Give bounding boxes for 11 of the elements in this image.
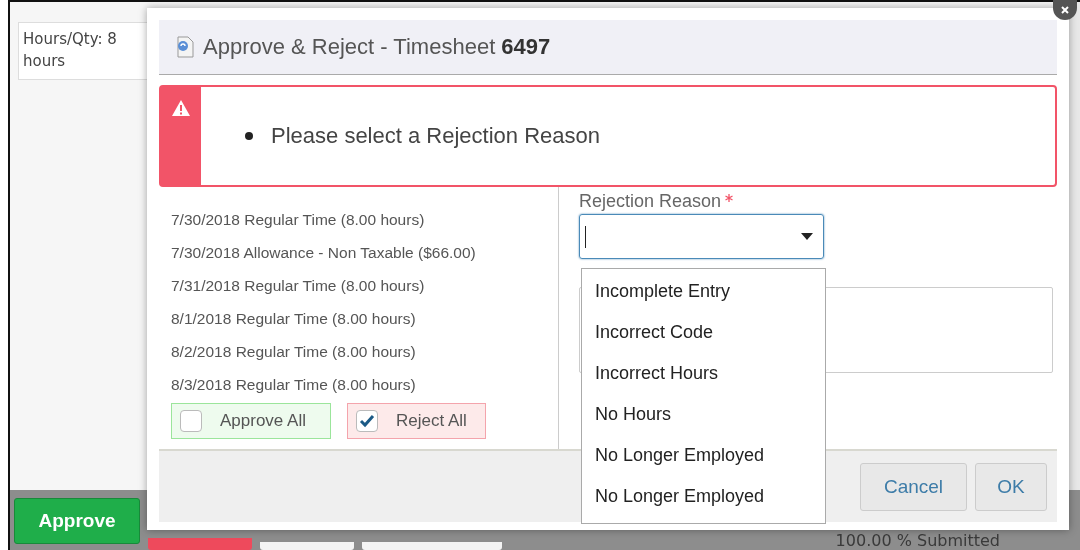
- entry-text: 8/3/2018 Regular Time (8.00 hours): [171, 375, 417, 395]
- dialog-title: Approve & Reject - Timesheet 6497: [203, 34, 551, 60]
- entry-text: 7/30/2018 Regular Time (8.00 hours): [171, 210, 426, 230]
- entry-text: 8/1/2018 Regular Time (8.00 hours): [171, 309, 417, 329]
- field-label: Rejection Reason: [579, 191, 722, 212]
- info-card: Hours/Qty: 8 hours: [18, 22, 150, 80]
- alert-message: Please select a Rejection Reason: [271, 123, 600, 149]
- entry-text: 8/2/2018 Regular Time (8.00 hours): [171, 342, 417, 362]
- status-text: 100.00 % Submitted: [835, 532, 1000, 550]
- entry-text: 7/31/2018 Regular Time (8.00 hours): [171, 276, 426, 296]
- entry-text: 7/30/2018 Allowance - Non Taxable ($66.00): [171, 243, 477, 263]
